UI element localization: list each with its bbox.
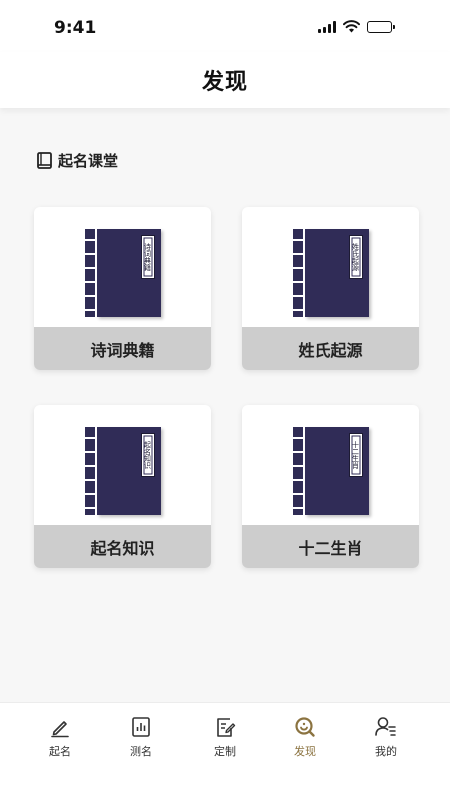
tab-mine[interactable]: 我的 [356, 715, 416, 765]
status-icons [318, 20, 395, 33]
card-cover: 起名知识 [34, 405, 211, 525]
card-poetry-classics[interactable]: 诗词典籍 诗词典籍 [34, 207, 211, 370]
chart-icon [129, 715, 153, 739]
card-naming-knowledge[interactable]: 起名知识 起名知识 [34, 405, 211, 568]
card-surname-origin[interactable]: 姓氏起源 姓氏起源 [242, 207, 419, 370]
book-icon: 姓氏起源 [292, 229, 369, 317]
section-header: 起名课堂 [36, 150, 118, 171]
status-time: 9:41 [54, 18, 97, 38]
page-title: 发现 [201, 70, 248, 95]
tab-custom[interactable]: 定制 [195, 715, 255, 765]
wifi-icon [343, 20, 360, 33]
tab-discover[interactable]: 发现 [275, 715, 335, 765]
status-bar: 9:41 [0, 0, 450, 52]
discover-icon [293, 715, 317, 739]
tab-label: 起名 [49, 745, 71, 758]
card-label: 十二生肖 [242, 525, 419, 568]
tab-naming[interactable]: 起名 [30, 715, 90, 765]
book-icon [37, 151, 52, 169]
signal-icon [318, 20, 336, 33]
tab-label: 发现 [294, 745, 316, 758]
user-icon [374, 715, 398, 739]
tab-label: 我的 [375, 745, 397, 758]
card-grid: 诗词典籍 诗词典籍 姓氏起源 姓氏起源 起名知识 起名知识 十二生肖 十二生肖 [34, 207, 419, 569]
section-title: 起名课堂 [58, 152, 119, 170]
header: 发现 [0, 52, 450, 108]
card-cover: 十二生肖 [242, 405, 419, 525]
book-title-label: 起名知识 [140, 433, 155, 477]
book-icon: 十二生肖 [292, 427, 369, 515]
tab-name-test[interactable]: 测名 [111, 715, 171, 765]
book-title-label: 姓氏起源 [348, 235, 363, 279]
book-title-label: 十二生肖 [348, 433, 363, 477]
tab-bar: 起名 测名 定制 发现 我的 [0, 702, 450, 800]
tab-label: 定制 [214, 745, 236, 758]
card-label: 诗词典籍 [34, 327, 211, 370]
card-label: 姓氏起源 [242, 327, 419, 370]
tab-label: 测名 [130, 745, 152, 758]
book-title-label: 诗词典籍 [140, 235, 155, 279]
card-cover: 姓氏起源 [242, 207, 419, 327]
edit-doc-icon [213, 715, 237, 739]
pen-icon [48, 715, 72, 739]
book-icon: 诗词典籍 [84, 229, 161, 317]
card-label: 起名知识 [34, 525, 211, 568]
book-icon: 起名知识 [84, 427, 161, 515]
card-zodiac[interactable]: 十二生肖 十二生肖 [242, 405, 419, 568]
battery-icon [367, 20, 395, 33]
card-cover: 诗词典籍 [34, 207, 211, 327]
